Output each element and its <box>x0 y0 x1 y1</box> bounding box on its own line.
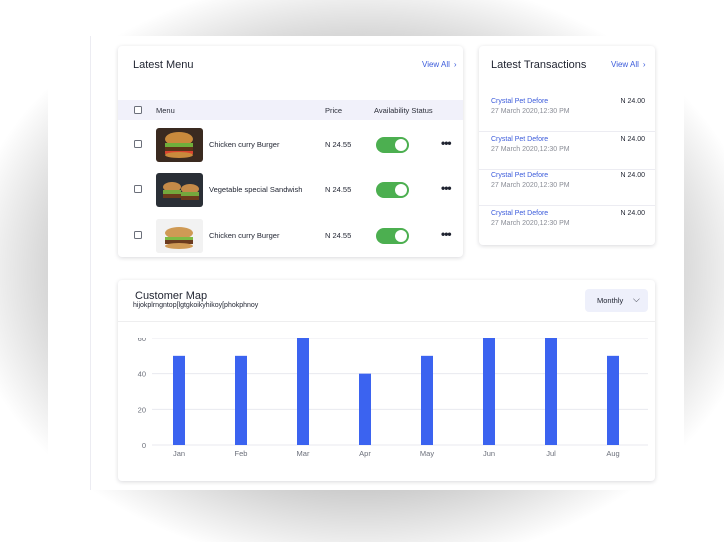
y-tick-label: 40 <box>138 370 146 379</box>
customer-map-title: Customer Map <box>135 290 208 302</box>
transaction-date: 27 March 2020,12:30 PM <box>491 146 570 153</box>
column-price: Price <box>325 106 343 115</box>
transaction-date: 27 March 2020,12:30 PM <box>491 182 570 189</box>
card-header-divider <box>118 321 655 322</box>
item-price: N 24.55 <box>325 231 352 240</box>
menu-table-header: Menu Price Availability Status <box>118 100 463 120</box>
transaction-name[interactable]: Crystal Pet Defore <box>491 172 548 179</box>
chevron-right-icon: › <box>642 60 646 69</box>
x-tick-label: Mar <box>297 449 310 458</box>
latest-transactions-card: Latest Transactions View All › Crystal Pe… <box>479 46 655 245</box>
sidebar-divider <box>90 36 91 490</box>
toggle-knob <box>395 184 407 196</box>
bar-jan <box>173 355 185 445</box>
menu-row: Chicken curry Burger N 24.55 ••• <box>118 216 463 256</box>
more-horizontal-icon[interactable]: ••• <box>441 181 452 195</box>
period-label: Monthly <box>597 296 624 305</box>
menu-view-all-label: View All <box>422 60 450 69</box>
item-price: N 24.55 <box>325 185 352 194</box>
transaction-date: 27 March 2020,12:30 PM <box>491 108 570 115</box>
column-availability: Availability Status <box>374 106 433 115</box>
bar-mar <box>297 338 309 445</box>
bar-feb <box>235 355 247 445</box>
transactions-view-all-link[interactable]: View All › <box>611 60 646 69</box>
transaction-row[interactable]: Crystal Pet Defore 27 March 2020,12:30 P… <box>479 208 655 244</box>
customer-map-chart: 0 20 40 60 Jan Feb Mar Apr May Jun Jul Aug <box>138 338 648 458</box>
y-tick-label: 0 <box>142 441 146 450</box>
row-checkbox[interactable] <box>134 185 142 193</box>
transaction-date: 27 March 2020,12:30 PM <box>491 220 570 227</box>
transaction-row[interactable]: Crystal Pet Defore 27 March 2020,12:30 P… <box>479 134 655 170</box>
latest-menu-title: Latest Menu <box>133 59 194 71</box>
x-tick-label: May <box>420 449 434 458</box>
burger-image <box>156 219 203 253</box>
row-divider <box>479 131 655 132</box>
x-tick-label: Apr <box>359 449 371 458</box>
transaction-amount: N 24.00 <box>620 98 645 105</box>
menu-view-all-link[interactable]: View All › <box>422 60 457 69</box>
transaction-amount: N 24.00 <box>620 210 645 217</box>
period-dropdown[interactable]: Monthly ⌵ <box>585 289 648 312</box>
item-name: Chicken curry Burger <box>209 140 280 149</box>
y-tick-label: 20 <box>138 405 146 414</box>
x-tick-label: Jul <box>546 449 556 458</box>
transaction-row[interactable]: Crystal Pet Defore 27 March 2020,12:30 P… <box>479 170 655 206</box>
chevron-right-icon: › <box>453 60 457 69</box>
bar-aug <box>607 355 619 445</box>
transaction-amount: N 24.00 <box>620 172 645 179</box>
menu-row: Chicken curry Burger N 24.55 ••• <box>118 125 463 165</box>
bar-jun <box>483 338 495 445</box>
item-name: Chicken curry Burger <box>209 231 280 240</box>
latest-menu-card: Latest Menu View All › Menu Price Availab… <box>118 46 463 257</box>
x-tick-label: Feb <box>235 449 248 458</box>
availability-toggle[interactable] <box>376 228 409 244</box>
more-horizontal-icon[interactable]: ••• <box>441 136 452 150</box>
transactions-view-all-label: View All <box>611 60 639 69</box>
x-tick-label: Jan <box>173 449 185 458</box>
select-all-checkbox[interactable] <box>134 106 142 114</box>
dashboard-window: Latest Menu View All › Menu Price Availab… <box>48 36 684 490</box>
x-tick-label: Aug <box>606 449 619 458</box>
x-tick-label: Jun <box>483 449 495 458</box>
transaction-name[interactable]: Crystal Pet Defore <box>491 136 548 143</box>
toggle-knob <box>395 230 407 242</box>
latest-transactions-title: Latest Transactions <box>491 59 587 71</box>
customer-map-subtitle: hijokplrngntop[lgtgkoikyhikoy[phokphnoy <box>133 302 259 309</box>
sandwich-image <box>156 173 203 207</box>
bar-jul <box>545 338 557 445</box>
column-menu: Menu <box>156 106 175 115</box>
row-divider <box>479 205 655 206</box>
item-price: N 24.55 <box>325 140 352 149</box>
transaction-name[interactable]: Crystal Pet Defore <box>491 210 548 217</box>
bar-may <box>421 355 433 445</box>
transaction-name[interactable]: Crystal Pet Defore <box>491 98 548 105</box>
bar-apr <box>359 373 371 445</box>
menu-row: Vegetable special Sandwish N 24.55 ••• <box>118 170 463 210</box>
more-horizontal-icon[interactable]: ••• <box>441 227 452 241</box>
y-tick-label: 60 <box>138 338 146 343</box>
toggle-knob <box>395 139 407 151</box>
row-checkbox[interactable] <box>134 140 142 148</box>
item-name: Vegetable special Sandwish <box>209 185 303 194</box>
chevron-down-icon: ⌵ <box>633 294 640 304</box>
transaction-row[interactable]: Crystal Pet Defore 27 March 2020,12:30 P… <box>479 96 655 132</box>
availability-toggle[interactable] <box>376 182 409 198</box>
availability-toggle[interactable] <box>376 137 409 153</box>
row-checkbox[interactable] <box>134 231 142 239</box>
transaction-amount: N 24.00 <box>620 136 645 143</box>
burger-image <box>156 128 203 162</box>
customer-map-card: Customer Map hijokplrngntop[lgtgkoikyhik… <box>118 280 655 481</box>
